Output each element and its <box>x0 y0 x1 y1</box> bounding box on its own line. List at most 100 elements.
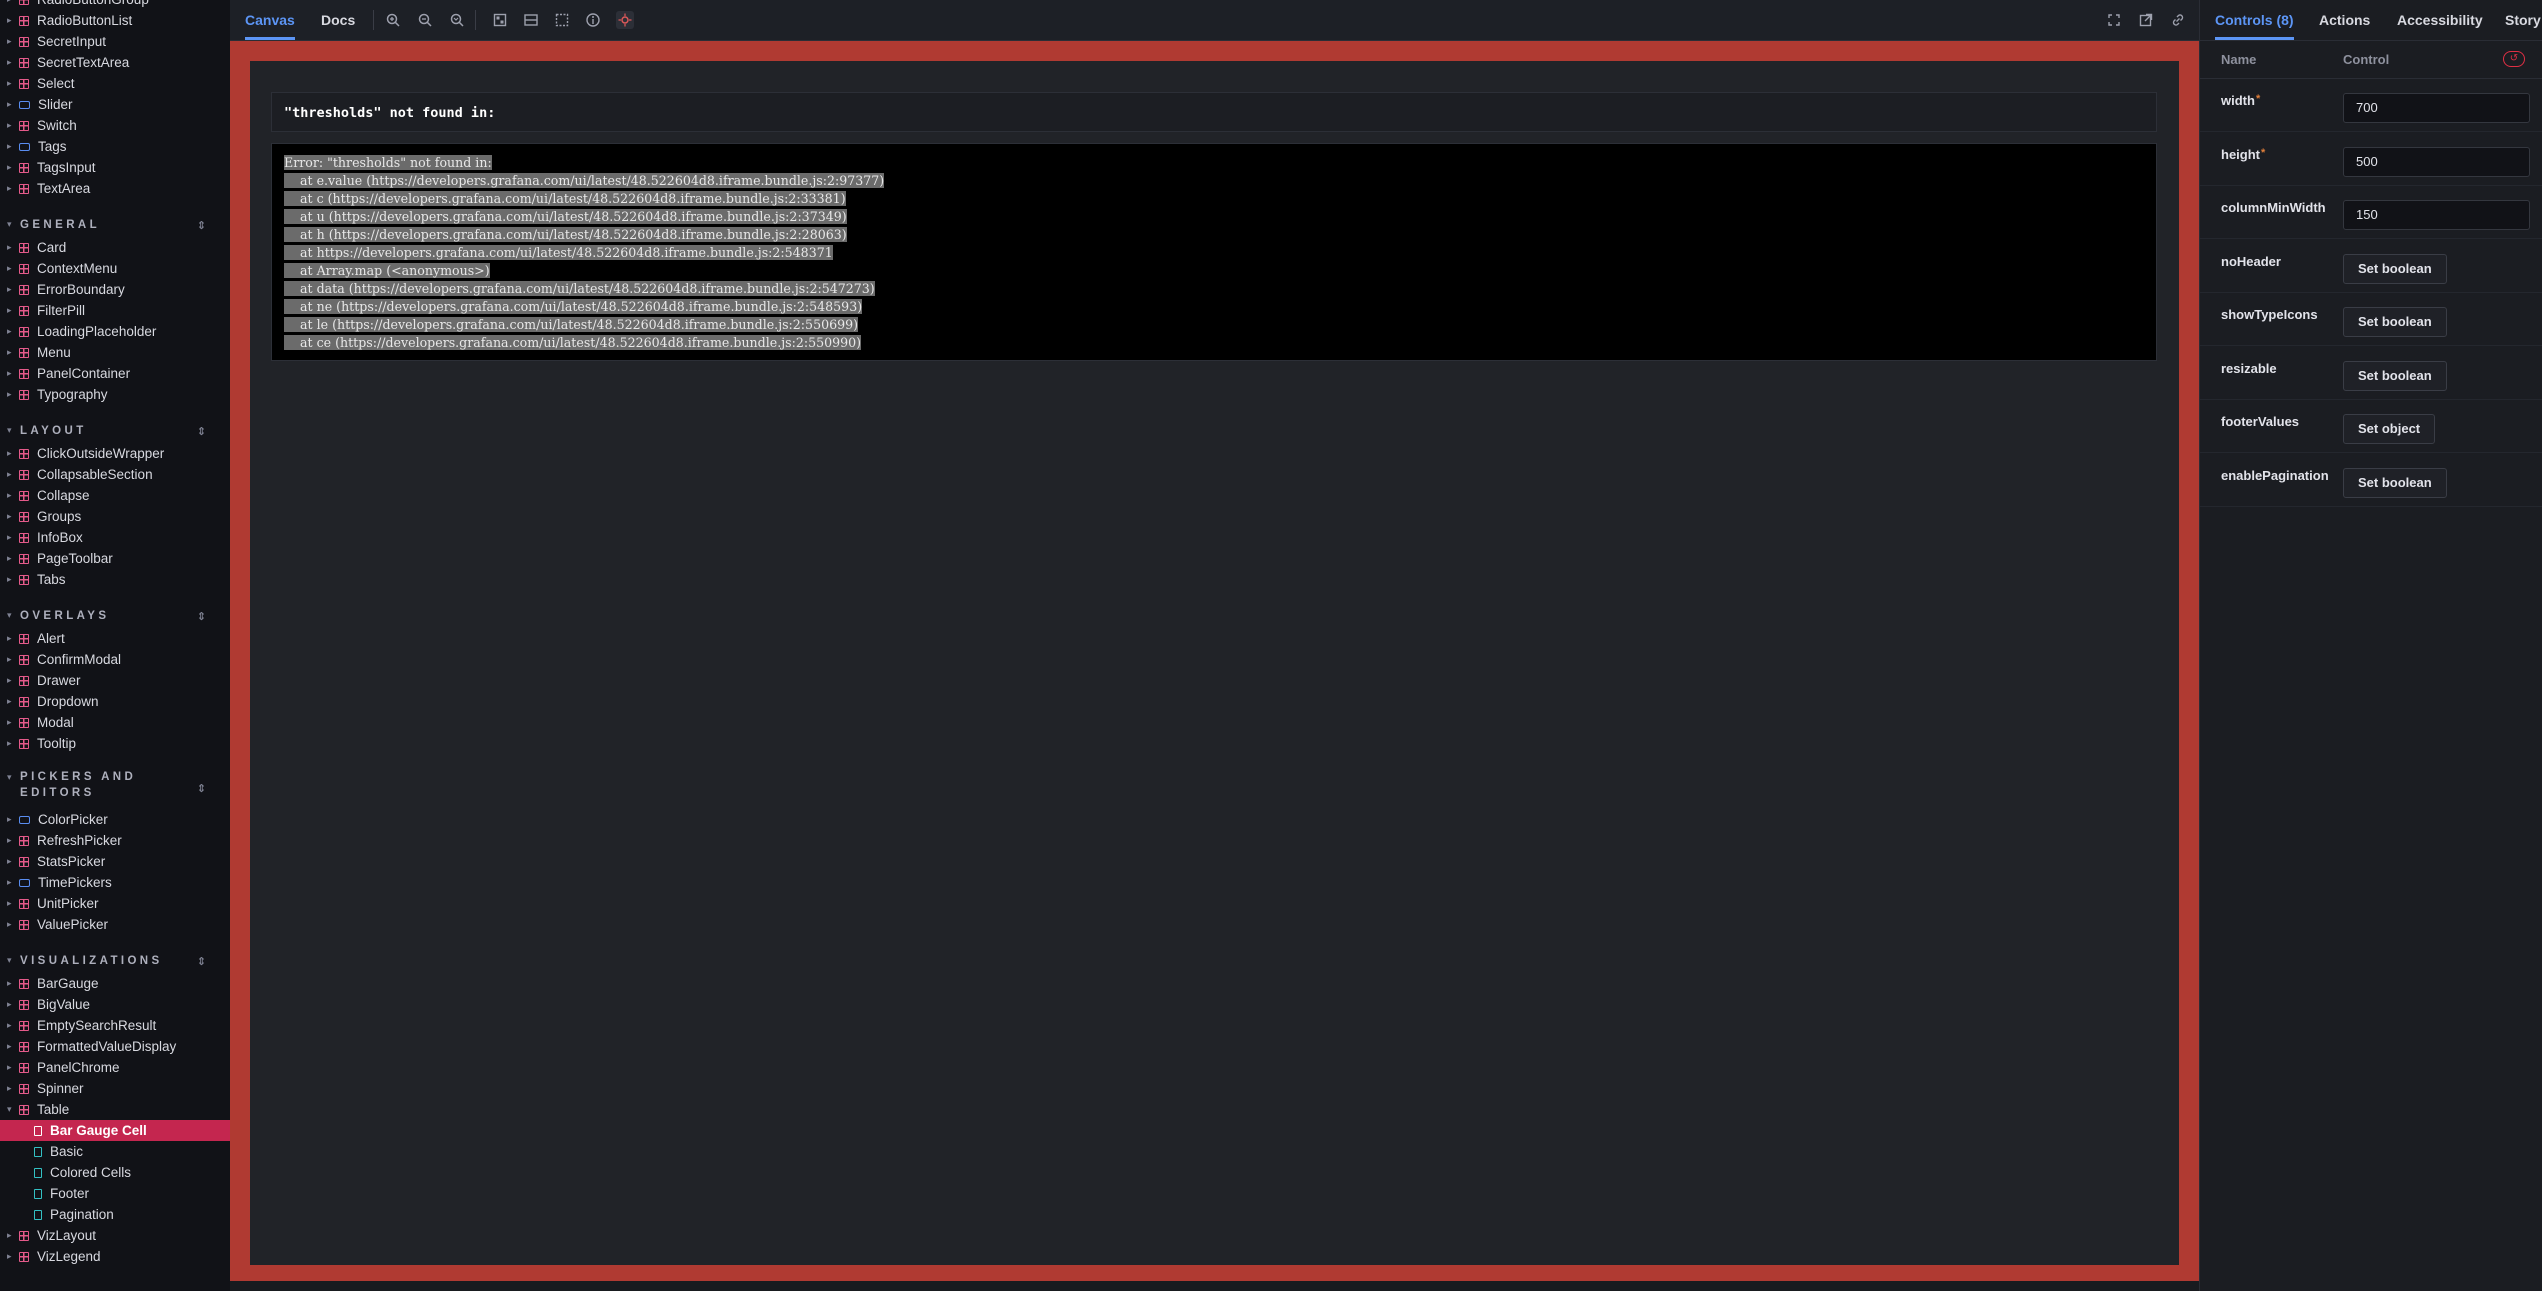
sidebar-section-pickers-and-editors[interactable]: ▾ PICKERS AND EDITORS ⇕ <box>0 769 230 807</box>
sidebar-item-select[interactable]: ▸ Select <box>0 73 230 94</box>
sidebar-item-bargauge[interactable]: ▸ BarGauge <box>0 973 230 994</box>
sidebar-item-loadingplaceholder[interactable]: ▸ LoadingPlaceholder <box>0 321 230 342</box>
sidebar-item-card[interactable]: ▸ Card <box>0 237 230 258</box>
fullscreen-icon[interactable] <box>2106 12 2122 28</box>
sidebar-item-modal[interactable]: ▸ Modal <box>0 712 230 733</box>
expand-collapse-icon[interactable]: ⇕ <box>197 955 206 968</box>
sidebar-item-infobox[interactable]: ▸ InfoBox <box>0 527 230 548</box>
sidebar-item-label: TextArea <box>37 181 91 196</box>
sidebar-item-filterpill[interactable]: ▸ FilterPill <box>0 300 230 321</box>
sidebar-story-footer[interactable]: Footer <box>0 1183 230 1204</box>
sidebar-section-visualizations[interactable]: ▾ VISUALIZATIONS ⇕ <box>0 950 230 971</box>
sidebar-item-drawer[interactable]: ▸ Drawer <box>0 670 230 691</box>
sidebar-item-formattedvaluedisplay[interactable]: ▸ FormattedValueDisplay <box>0 1036 230 1057</box>
tab-actions[interactable]: Actions <box>2319 0 2370 40</box>
sidebar-item-emptysearchresult[interactable]: ▸ EmptySearchResult <box>0 1015 230 1036</box>
expand-collapse-icon[interactable]: ⇕ <box>197 219 206 232</box>
sidebar-item-contextmenu[interactable]: ▸ ContextMenu <box>0 258 230 279</box>
zoom-in-icon[interactable] <box>385 12 401 28</box>
sidebar-item-tooltip[interactable]: ▸ Tooltip <box>0 733 230 754</box>
tab-controls[interactable]: Controls (8) <box>2215 0 2294 40</box>
copy-link-icon[interactable] <box>2170 12 2186 28</box>
set-footervalues-button[interactable]: Set object <box>2343 414 2436 444</box>
sidebar-item-dropdown[interactable]: ▸ Dropdown <box>0 691 230 712</box>
tab-accessibility[interactable]: Accessibility <box>2397 0 2483 40</box>
sidebar-item-secrettextarea[interactable]: ▸ SecretTextArea <box>0 52 230 73</box>
sidebar-item-vizlegend[interactable]: ▸ VizLegend <box>0 1246 230 1267</box>
set-resizable-button[interactable]: Set boolean <box>2343 360 2447 391</box>
zoom-reset-icon[interactable] <box>449 12 465 28</box>
sidebar-item-slider[interactable]: ▸ Slider <box>0 94 230 115</box>
zoom-out-icon[interactable] <box>417 12 433 28</box>
sidebar-item-vizlayout[interactable]: ▸ VizLayout <box>0 1225 230 1246</box>
background-icon[interactable] <box>492 12 508 28</box>
set-showtypeicons-button[interactable]: Set boolean <box>2343 307 2447 337</box>
vision-icon[interactable] <box>585 12 601 28</box>
expand-collapse-icon[interactable]: ⇕ <box>197 610 206 623</box>
sidebar-item-confirmmodal[interactable]: ▸ ConfirmModal <box>0 649 230 670</box>
control-name: showTypeIcons <box>2221 307 2318 322</box>
tab-canvas[interactable]: Canvas <box>245 0 295 40</box>
grid-icon[interactable] <box>523 12 539 28</box>
set-noheader-button[interactable]: Set boolean <box>2343 253 2447 284</box>
sidebar-item-secretinput[interactable]: ▸ SecretInput <box>0 31 230 52</box>
sidebar-story-bar-gauge-cell[interactable]: Bar Gauge Cell <box>0 1120 230 1141</box>
sidebar-item-pagetoolbar[interactable]: ▸ PageToolbar <box>0 548 230 569</box>
error-stack-trace[interactable]: Error: "thresholds" not found in: at e.v… <box>271 143 2157 361</box>
control-name: height* <box>2221 147 2265 162</box>
sidebar-item-errorboundary[interactable]: ▸ ErrorBoundary <box>0 279 230 300</box>
chevron-right-icon: ▸ <box>0 0 14 5</box>
component-icon <box>19 389 29 400</box>
sidebar-item-radiobuttonlist[interactable]: ▸ RadioButtonList <box>0 10 230 31</box>
sidebar-item-timepickers[interactable]: ▸ TimePickers <box>0 872 230 893</box>
columnminwidth-input[interactable]: 150 <box>2343 200 2530 230</box>
sidebar-item-colorpicker[interactable]: ▸ ColorPicker <box>0 809 230 830</box>
sidebar-story-basic[interactable]: Basic <box>0 1141 230 1162</box>
sidebar-item-tagsinput[interactable]: ▸ TagsInput <box>0 157 230 178</box>
sidebar-item-tags[interactable]: ▸ Tags <box>0 136 230 157</box>
sidebar-item-bigvalue[interactable]: ▸ BigValue <box>0 994 230 1015</box>
tab-story[interactable]: Story <box>2505 0 2541 40</box>
sidebar-item-menu[interactable]: ▸ Menu <box>0 342 230 363</box>
sidebar-item-textarea[interactable]: ▸ TextArea <box>0 178 230 199</box>
sidebar-item-panelcontainer[interactable]: ▸ PanelContainer <box>0 363 230 384</box>
chevron-right-icon: ▸ <box>7 469 12 479</box>
sidebar-item-unitpicker[interactable]: ▸ UnitPicker <box>0 893 230 914</box>
outline-icon[interactable] <box>616 11 634 29</box>
viewport-icon[interactable] <box>554 12 570 28</box>
component-icon <box>19 15 29 26</box>
chevron-right-icon: ▸ <box>7 490 12 500</box>
sidebar-item-valuepicker[interactable]: ▸ ValuePicker <box>0 914 230 935</box>
sidebar-section-layout[interactable]: ▾ LAYOUT ⇕ <box>0 420 230 441</box>
sidebar-item-refreshpicker[interactable]: ▸ RefreshPicker <box>0 830 230 851</box>
sidebar-section-heading: OVERLAYS <box>20 609 110 622</box>
error-title: "thresholds" not found in: <box>271 92 2157 132</box>
sidebar-item-table[interactable]: ▾ Table <box>0 1099 230 1120</box>
sidebar-item-typography[interactable]: ▸ Typography <box>0 384 230 405</box>
sidebar-item-switch[interactable]: ▸ Switch <box>0 115 230 136</box>
sidebar-story-pagination[interactable]: Pagination <box>0 1204 230 1225</box>
sidebar-item-collapse[interactable]: ▸ Collapse <box>0 485 230 506</box>
control-row-resizable: resizable Set boolean <box>2200 347 2542 400</box>
sidebar-section-general[interactable]: ▾ GENERAL ⇕ <box>0 214 230 235</box>
expand-collapse-icon[interactable]: ⇕ <box>197 425 206 438</box>
sidebar-item-spinner[interactable]: ▸ Spinner <box>0 1078 230 1099</box>
sidebar-item-panelchrome[interactable]: ▸ PanelChrome <box>0 1057 230 1078</box>
sidebar-item-alert[interactable]: ▸ Alert <box>0 628 230 649</box>
height-input[interactable]: 500 <box>2343 146 2530 177</box>
set-enablepagination-button[interactable]: Set boolean <box>2343 467 2447 498</box>
sidebar-item-clickoutsidewrapper[interactable]: ▸ ClickOutsideWrapper <box>0 443 230 464</box>
sidebar-item-radiobuttongroup[interactable]: ▸ RadioButtonGroup <box>0 0 230 10</box>
width-input[interactable]: 700 <box>2343 93 2530 123</box>
sidebar-item-collapsablesection[interactable]: ▸ CollapsableSection <box>0 464 230 485</box>
sidebar-item-groups[interactable]: ▸ Groups <box>0 506 230 527</box>
chevron-right-icon: ▸ <box>7 696 12 706</box>
reset-controls-button[interactable]: ↺ <box>2503 51 2525 67</box>
expand-collapse-icon[interactable]: ⇕ <box>197 781 206 797</box>
sidebar-section-overlays[interactable]: ▾ OVERLAYS ⇕ <box>0 605 230 626</box>
sidebar-story-colored-cells[interactable]: Colored Cells <box>0 1162 230 1183</box>
tab-docs[interactable]: Docs <box>321 0 355 40</box>
open-new-tab-icon[interactable] <box>2138 12 2154 28</box>
sidebar-item-tabs[interactable]: ▸ Tabs <box>0 569 230 590</box>
sidebar-item-statspicker[interactable]: ▸ StatsPicker <box>0 851 230 872</box>
